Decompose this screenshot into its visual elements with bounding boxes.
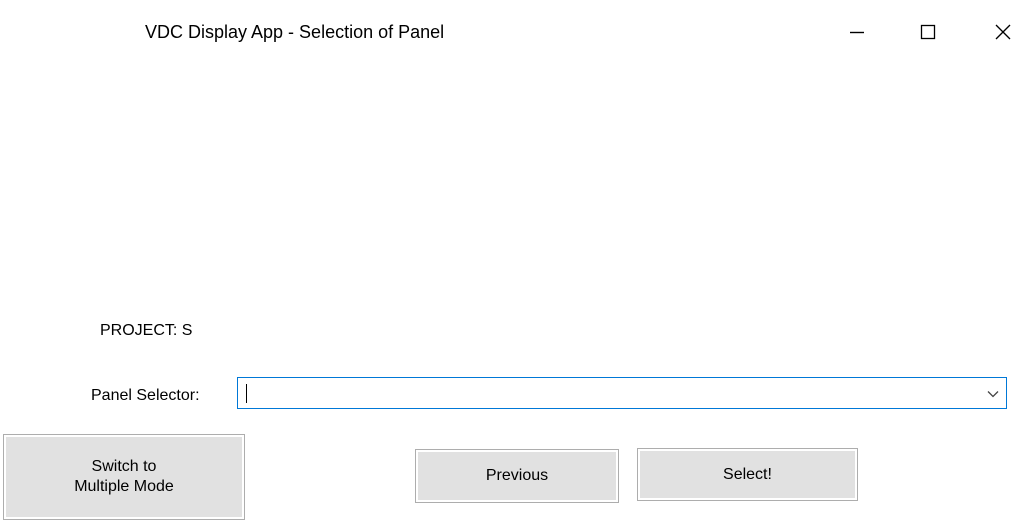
switch-button-line2: Multiple Mode <box>74 478 174 495</box>
maximize-icon <box>920 24 936 40</box>
window-title: VDC Display App - Selection of Panel <box>145 22 445 42</box>
switch-button-line1: Switch to <box>91 458 157 475</box>
text-caret <box>246 384 247 403</box>
switch-to-multiple-mode-button[interactable]: Switch to Multiple Mode <box>3 434 245 520</box>
minimize-button[interactable] <box>832 8 882 56</box>
title-bar[interactable]: VDC Display App - Selection of Panel <box>0 0 1036 64</box>
select-button[interactable]: Select! <box>637 448 858 501</box>
panel-selector-label: Panel Selector: <box>91 387 200 404</box>
chevron-down-icon[interactable] <box>986 387 1000 401</box>
panel-selector-input[interactable] <box>238 378 978 408</box>
project-label: PROJECT: S <box>100 322 193 339</box>
panel-selector-combobox[interactable] <box>237 377 1007 409</box>
maximize-button[interactable] <box>903 8 953 56</box>
switch-button-label: Switch to Multiple Mode <box>74 457 174 497</box>
close-button[interactable] <box>978 8 1028 56</box>
minimize-icon <box>849 24 865 40</box>
app-window: VDC Display App - Selection of Panel PRO… <box>0 0 1036 521</box>
previous-button[interactable]: Previous <box>415 449 619 503</box>
close-icon <box>994 23 1012 41</box>
